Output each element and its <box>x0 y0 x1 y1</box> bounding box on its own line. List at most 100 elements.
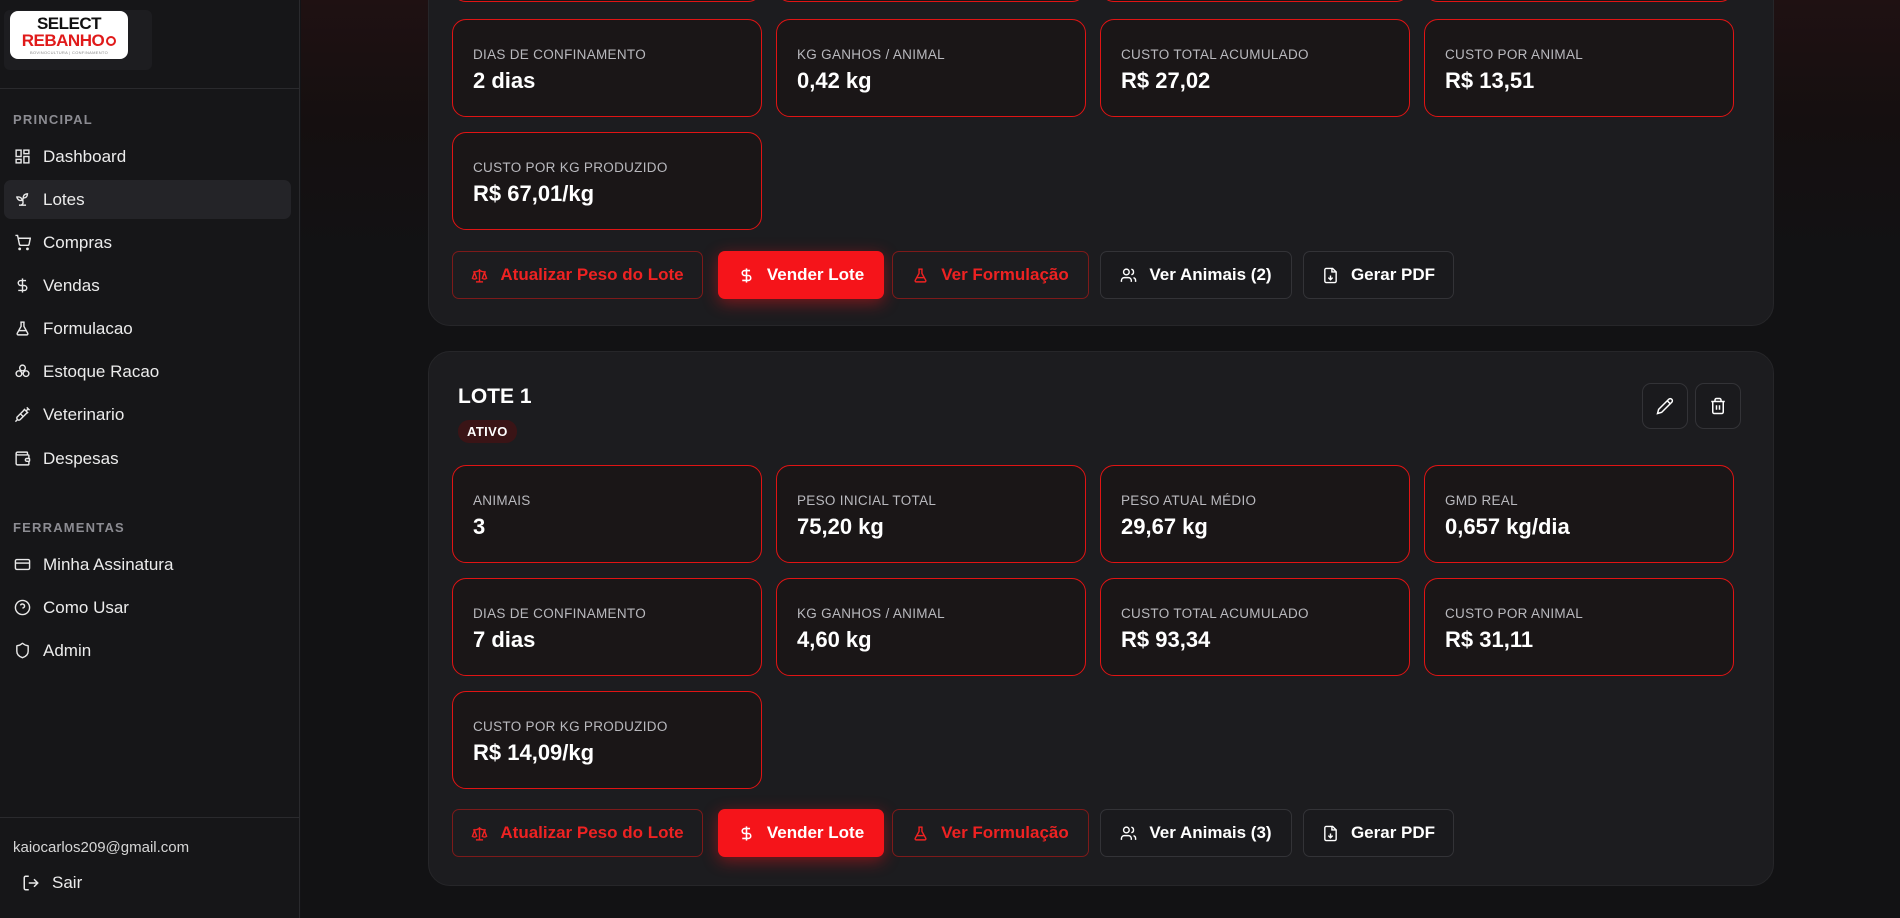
stat-value: R$ 27,02 <box>1121 68 1211 93</box>
help-circle-icon <box>14 599 31 616</box>
stat-custo-kg: CUSTO POR KG PRODUZIDO R$ 67,01/kg <box>452 132 762 230</box>
logout-button[interactable]: Sair <box>22 873 82 893</box>
users-icon <box>1121 267 1137 282</box>
sidebar-item-estoque-racao[interactable]: Estoque Racao <box>4 352 291 391</box>
stat-label: CUSTO POR KG PRODUZIDO <box>473 160 668 175</box>
pencil-icon <box>1656 397 1674 415</box>
stat-value: 4,60 kg <box>797 627 872 652</box>
lote-card: LOTE 1 ATIVO ANIMAIS 3 PESO INICIAL TOTA… <box>428 351 1774 886</box>
registered-mark-icon <box>106 35 117 46</box>
cart-icon <box>15 234 31 251</box>
stat-label: CUSTO TOTAL ACUMULADO <box>1121 47 1309 62</box>
edit-lote-button[interactable] <box>1642 383 1688 429</box>
stat-card-hidden <box>1424 0 1734 2</box>
sell-lote-button[interactable]: Vender Lote <box>718 809 884 857</box>
trash-icon <box>1711 397 1725 415</box>
sidebar-item-label: Vendas <box>43 275 100 295</box>
sidebar-item-label: Despesas <box>43 448 119 468</box>
stat-label: GMD REAL <box>1445 493 1518 508</box>
logo[interactable]: SELECT REBANHO BOVINOCULTURA | CONFINAME… <box>10 11 128 59</box>
stat-value: 0,657 kg/dia <box>1445 514 1570 539</box>
view-formulation-button[interactable]: Ver Formulação <box>892 809 1089 857</box>
stat-label: PESO INICIAL TOTAL <box>797 493 937 508</box>
flask-icon <box>16 321 29 336</box>
file-download-icon <box>1324 825 1337 841</box>
sidebar-item-label: Formulacao <box>43 318 133 338</box>
logo-line1: SELECT <box>36 14 102 33</box>
generate-pdf-button[interactable]: Gerar PDF <box>1303 809 1454 857</box>
stat-dias-confinamento: DIAS DE CONFINAMENTO 2 dias <box>452 19 762 117</box>
sidebar: SELECT REBANHO BOVINOCULTURA | CONFINAME… <box>0 0 300 918</box>
delete-lote-button[interactable] <box>1695 383 1741 429</box>
sidebar-item-veterinario[interactable]: Veterinario <box>4 395 291 434</box>
sell-lote-button[interactable]: Vender Lote <box>718 251 884 299</box>
update-weight-button[interactable]: Atualizar Peso do Lote <box>452 251 703 299</box>
stat-value: R$ 67,01/kg <box>473 181 595 206</box>
sidebar-item-despesas[interactable]: Despesas <box>4 439 291 478</box>
sidebar-item-formulacao[interactable]: Formulacao <box>4 309 291 348</box>
update-weight-button[interactable]: Atualizar Peso do Lote <box>452 809 703 857</box>
button-label: Vender Lote <box>766 823 865 842</box>
button-label: Gerar PDF <box>1350 823 1436 842</box>
stat-kg-ganhos: KG GANHOS / ANIMAL 4,60 kg <box>776 578 1086 676</box>
view-formulation-button[interactable]: Ver Formulação <box>892 251 1089 299</box>
scale-icon <box>471 826 488 841</box>
dollar-icon <box>741 825 752 841</box>
stat-card-hidden <box>776 0 1086 2</box>
stat-gmd-real: GMD REAL 0,657 kg/dia <box>1424 465 1734 563</box>
sidebar-item-minha-assinatura[interactable]: Minha Assinatura <box>4 545 291 584</box>
stat-custo-total: CUSTO TOTAL ACUMULADO R$ 27,02 <box>1100 19 1410 117</box>
scale-icon <box>471 268 488 283</box>
lote-title: LOTE 1 <box>458 385 532 408</box>
shield-icon <box>16 642 29 659</box>
main-content: DIAS DE CONFINAMENTO 2 dias KG GANHOS / … <box>301 0 1900 918</box>
stat-value: 29,67 kg <box>1121 514 1208 539</box>
view-animals-button[interactable]: Ver Animais (3) <box>1100 809 1292 857</box>
sidebar-item-compras[interactable]: Compras <box>4 223 291 262</box>
lote-card: DIAS DE CONFINAMENTO 2 dias KG GANHOS / … <box>428 0 1774 326</box>
sidebar-item-como-usar[interactable]: Como Usar <box>4 588 291 627</box>
logo-line2-text: REBANHO <box>21 31 105 50</box>
stat-value: R$ 93,34 <box>1121 627 1211 652</box>
stat-label: KG GANHOS / ANIMAL <box>797 47 945 62</box>
stat-card-hidden <box>1100 0 1410 2</box>
status-badge: ATIVO <box>458 420 517 443</box>
button-label: Ver Formulação <box>941 265 1069 284</box>
section-label-principal: PRINCIPAL <box>13 112 93 127</box>
file-download-icon <box>1324 267 1337 283</box>
flask-icon <box>914 825 927 841</box>
sidebar-item-label: Compras <box>43 232 112 252</box>
sidebar-item-admin[interactable]: Admin <box>4 631 291 670</box>
stat-label: DIAS DE CONFINAMENTO <box>473 606 647 621</box>
stat-peso-atual: PESO ATUAL MÉDIO 29,67 kg <box>1100 465 1410 563</box>
sprout-icon <box>15 193 29 206</box>
stat-label: CUSTO POR KG PRODUZIDO <box>473 719 668 734</box>
view-animals-button[interactable]: Ver Animais (2) <box>1100 251 1292 299</box>
stat-value: R$ 31,11 <box>1445 627 1534 652</box>
grain-icon <box>15 364 30 378</box>
sidebar-item-vendas[interactable]: Vendas <box>4 266 291 305</box>
dollar-icon <box>17 278 28 293</box>
stat-dias-confinamento: DIAS DE CONFINAMENTO 7 dias <box>452 578 762 676</box>
sidebar-item-label: Veterinario <box>43 404 125 424</box>
button-label: Atualizar Peso do Lote <box>500 823 684 842</box>
dashboard-icon <box>15 149 30 164</box>
sidebar-item-dashboard[interactable]: Dashboard <box>4 137 291 176</box>
button-label: Ver Animais (2) <box>1149 265 1272 284</box>
dollar-icon <box>741 267 752 283</box>
flask-icon <box>914 267 927 283</box>
stat-peso-inicial: PESO INICIAL TOTAL 75,20 kg <box>776 465 1086 563</box>
sidebar-item-label: Como Usar <box>43 597 129 617</box>
stat-custo-animal: CUSTO POR ANIMAL R$ 13,51 <box>1424 19 1734 117</box>
sidebar-item-lotes[interactable]: Lotes <box>4 180 291 219</box>
logo-line2: REBANHO <box>21 31 117 50</box>
sidebar-item-label: Dashboard <box>43 146 127 166</box>
stat-label: CUSTO TOTAL ACUMULADO <box>1121 606 1309 621</box>
stat-value: 2 dias <box>473 68 536 93</box>
stat-custo-total: CUSTO TOTAL ACUMULADO R$ 93,34 <box>1100 578 1410 676</box>
generate-pdf-button[interactable]: Gerar PDF <box>1303 251 1454 299</box>
logout-label: Sair <box>52 873 83 892</box>
sidebar-item-label: Estoque Racao <box>43 361 160 381</box>
sidebar-item-label: Minha Assinatura <box>43 554 174 574</box>
stat-value: 7 dias <box>473 627 536 652</box>
